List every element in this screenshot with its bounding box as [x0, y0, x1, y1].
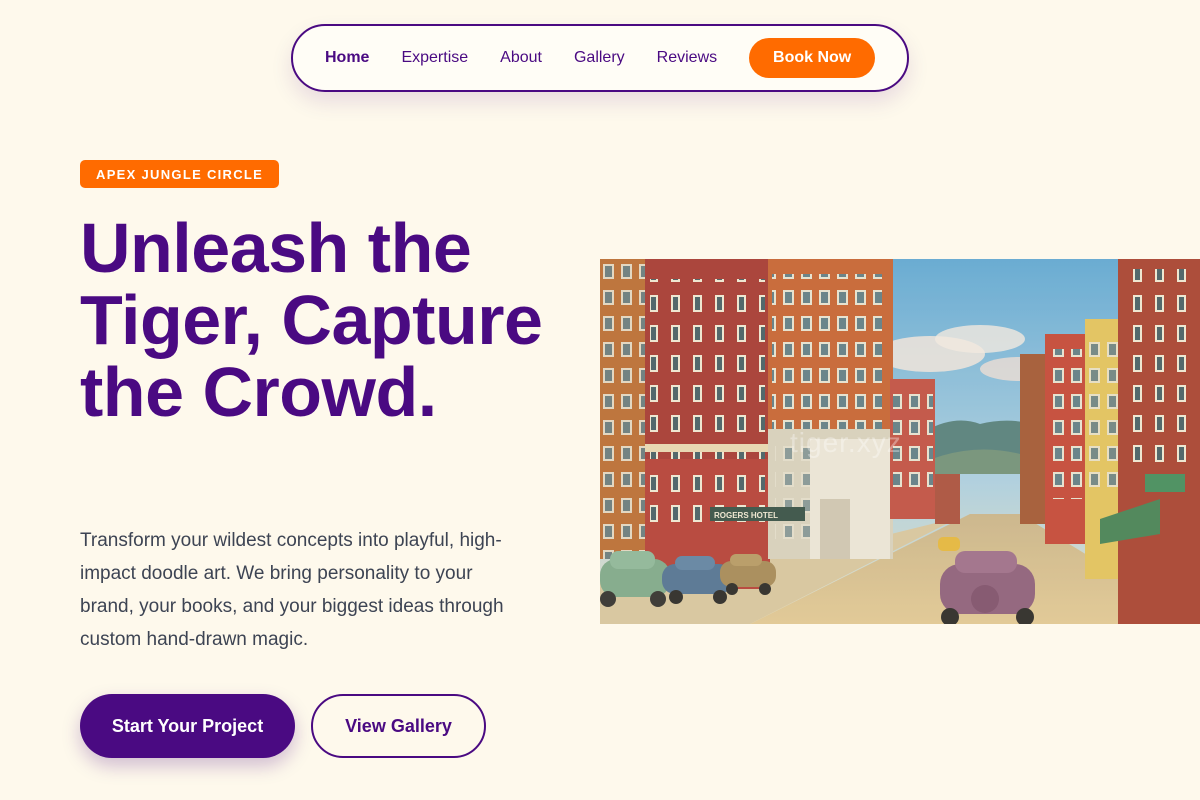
hero-description: Transform your wildest concepts into pla…	[80, 530, 504, 650]
top-navigation: Home Expertise About Gallery Reviews Boo…	[291, 24, 909, 92]
nav-expertise-link[interactable]: Expertise	[401, 49, 468, 67]
nav-gallery-link[interactable]: Gallery	[574, 49, 625, 67]
nav-reviews-link[interactable]: Reviews	[657, 49, 717, 67]
image-watermark: tiger.xyz	[790, 427, 902, 458]
nav-about-link[interactable]: About	[500, 49, 542, 67]
page: Home Expertise About Gallery Reviews Boo…	[0, 0, 1200, 800]
book-now-button[interactable]: Book Now	[749, 38, 876, 78]
hero-badge: APEX JUNGLE CIRCLE	[80, 160, 280, 188]
start-project-button[interactable]: Start Your Project	[80, 694, 295, 758]
hero-headline: Unleash the Tiger, Capture the Crowd.	[80, 209, 543, 431]
nav-home-link[interactable]: Home	[325, 49, 369, 67]
view-gallery-button[interactable]: View Gallery	[311, 694, 486, 758]
